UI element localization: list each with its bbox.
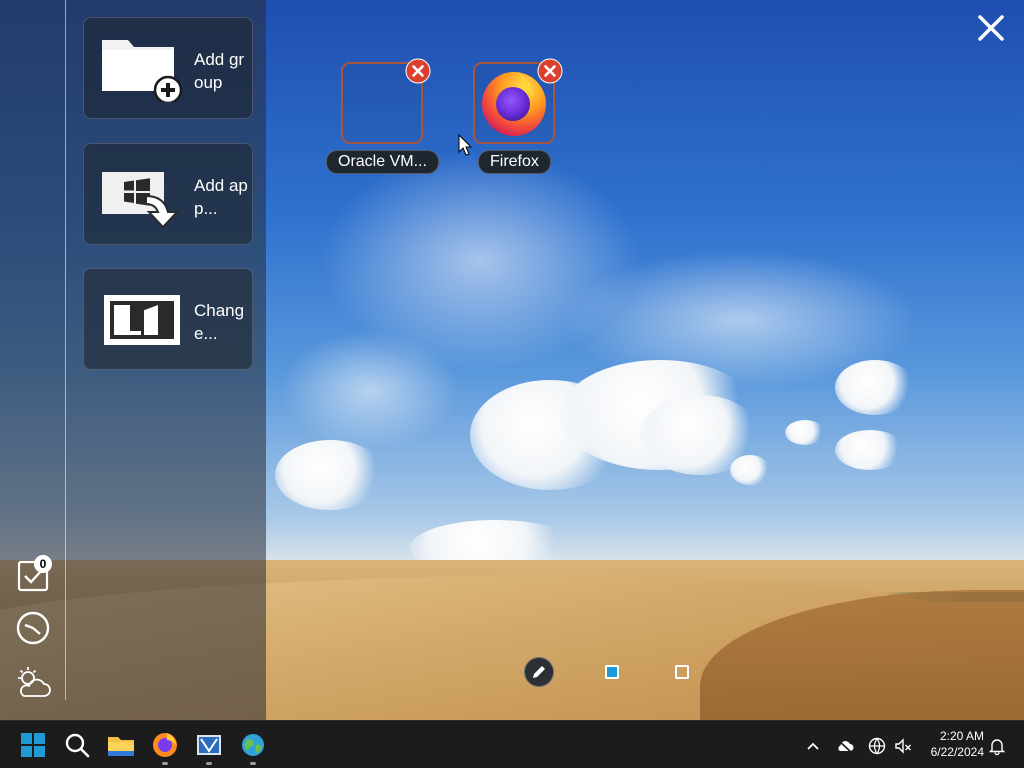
add-group-label: Add group <box>194 50 245 92</box>
firefox-icon <box>153 733 177 757</box>
todo-count-badge: 0 <box>34 555 52 573</box>
app-label: Oracle VM... <box>326 150 439 174</box>
close-icon[interactable] <box>975 12 1007 44</box>
clock-icon[interactable] <box>14 609 52 647</box>
windows-import-icon <box>102 172 180 228</box>
taskbar-virtualbox[interactable] <box>193 729 225 765</box>
chevron-up-icon[interactable] <box>803 736 823 756</box>
file-explorer-icon[interactable] <box>105 729 137 761</box>
book-icon <box>104 295 180 345</box>
change-label: Change... <box>194 301 245 343</box>
running-indicator <box>250 762 256 765</box>
folder-plus-icon <box>102 40 183 102</box>
cursor-icon <box>458 134 472 156</box>
pencil-icon <box>533 666 545 678</box>
system-clock[interactable]: 2:20 AM 6/22/2024 <box>918 728 984 760</box>
running-indicator <box>206 762 212 765</box>
taskbar-edge[interactable] <box>237 729 269 765</box>
page-indicator-active[interactable] <box>605 665 619 679</box>
app-tile-oracle-vm[interactable]: Oracle VM... <box>326 58 446 174</box>
page-indicator-inactive[interactable] <box>675 665 689 679</box>
add-app-button[interactable]: Add app... <box>83 143 253 245</box>
running-indicator <box>162 762 168 765</box>
remove-icon[interactable] <box>405 58 431 84</box>
remove-icon[interactable] <box>537 58 563 84</box>
app-tile-firefox[interactable]: Firefox <box>458 58 578 174</box>
clock-date: 6/22/2024 <box>930 745 984 759</box>
app-label: Firefox <box>478 150 551 174</box>
edge-globe-icon <box>242 734 264 756</box>
taskbar-firefox[interactable] <box>149 729 181 765</box>
volume-muted-icon[interactable] <box>893 736 913 756</box>
network-icon[interactable] <box>867 736 887 756</box>
add-group-button[interactable]: Add group <box>83 17 253 119</box>
virtualbox-icon <box>197 735 221 755</box>
edit-button[interactable] <box>524 657 554 687</box>
panel-divider <box>65 0 66 700</box>
clock-time: 2:20 AM <box>939 729 984 743</box>
cloud-offline-icon[interactable] <box>835 736 855 756</box>
bell-icon[interactable] <box>987 736 1007 756</box>
add-app-label: Add app... <box>194 176 248 218</box>
search-icon[interactable] <box>61 729 93 761</box>
taskbar: 2:20 AM 6/22/2024 <box>0 720 1024 768</box>
weather-icon[interactable] <box>14 664 52 702</box>
windows-start-icon[interactable] <box>17 729 49 761</box>
change-button[interactable]: Change... <box>83 268 253 370</box>
